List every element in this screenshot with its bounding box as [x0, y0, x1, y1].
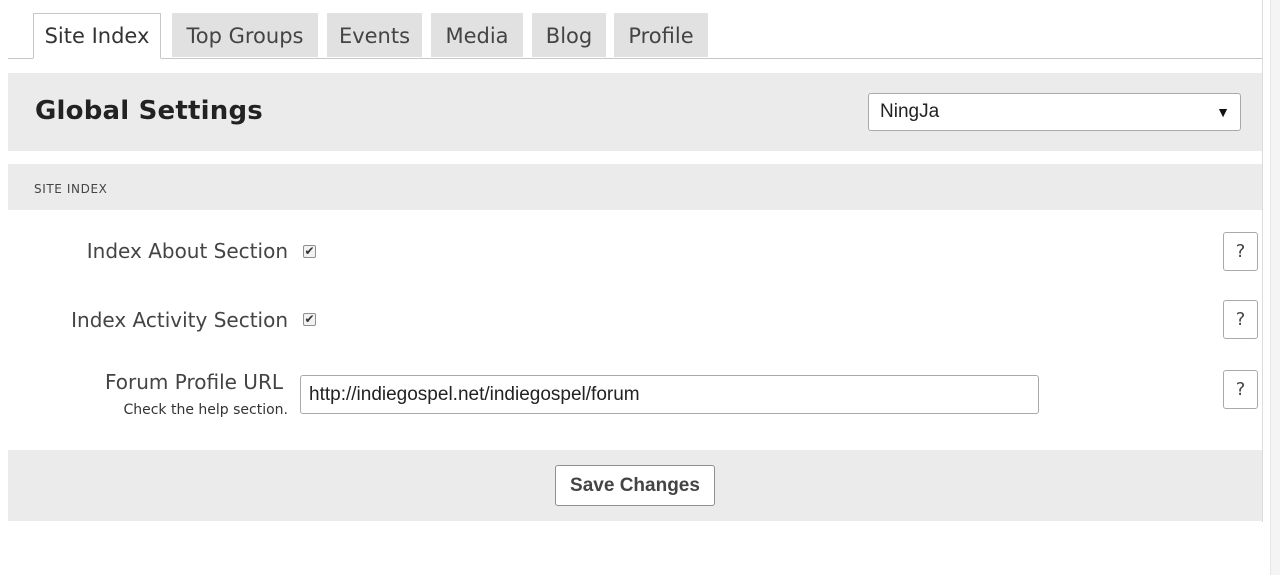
checkmark-icon: ✔	[304, 244, 315, 258]
tab-media[interactable]: Media	[431, 13, 523, 57]
tab-blog[interactable]: Blog	[532, 13, 606, 57]
tab-bar: Site Index Top Groups Events Media Blog …	[8, 0, 1262, 59]
forum-profile-url-help-button[interactable]: ?	[1223, 370, 1258, 409]
index-activity-checkbox[interactable]: ✔	[303, 313, 316, 326]
theme-select-value: NingJa	[880, 101, 940, 122]
save-changes-button[interactable]: Save Changes	[555, 465, 715, 506]
section-header: SITE INDEX	[8, 164, 1262, 210]
section-title: SITE INDEX	[34, 182, 108, 196]
theme-select[interactable]: NingJa ▼	[868, 93, 1241, 131]
chevron-down-icon: ▼	[1216, 104, 1230, 120]
forum-profile-url-hint: Check the help section.	[123, 402, 288, 418]
index-about-checkbox[interactable]: ✔	[303, 245, 316, 258]
checkmark-icon: ✔	[304, 312, 315, 326]
index-about-label: Index About Section	[86, 239, 288, 263]
index-about-help-button[interactable]: ?	[1223, 232, 1258, 271]
forum-profile-url-input[interactable]: http://indiegospel.net/indiegospel/forum	[300, 375, 1039, 414]
tab-site-index[interactable]: Site Index	[33, 13, 161, 59]
index-activity-label: Index Activity Section	[71, 308, 288, 332]
footer-bar: Save Changes	[8, 450, 1262, 521]
index-activity-help-button[interactable]: ?	[1223, 300, 1258, 339]
page-title: Global Settings	[35, 96, 263, 126]
tab-top-groups[interactable]: Top Groups	[172, 13, 318, 57]
tab-profile[interactable]: Profile	[614, 13, 708, 57]
scrollbar-track[interactable]	[1270, 0, 1280, 575]
forum-profile-url-label: Forum Profile URL	[105, 370, 283, 394]
tab-events[interactable]: Events	[327, 13, 422, 57]
global-settings-bar: Global Settings NingJa ▼	[8, 73, 1262, 151]
content-right-border	[1262, 0, 1263, 522]
